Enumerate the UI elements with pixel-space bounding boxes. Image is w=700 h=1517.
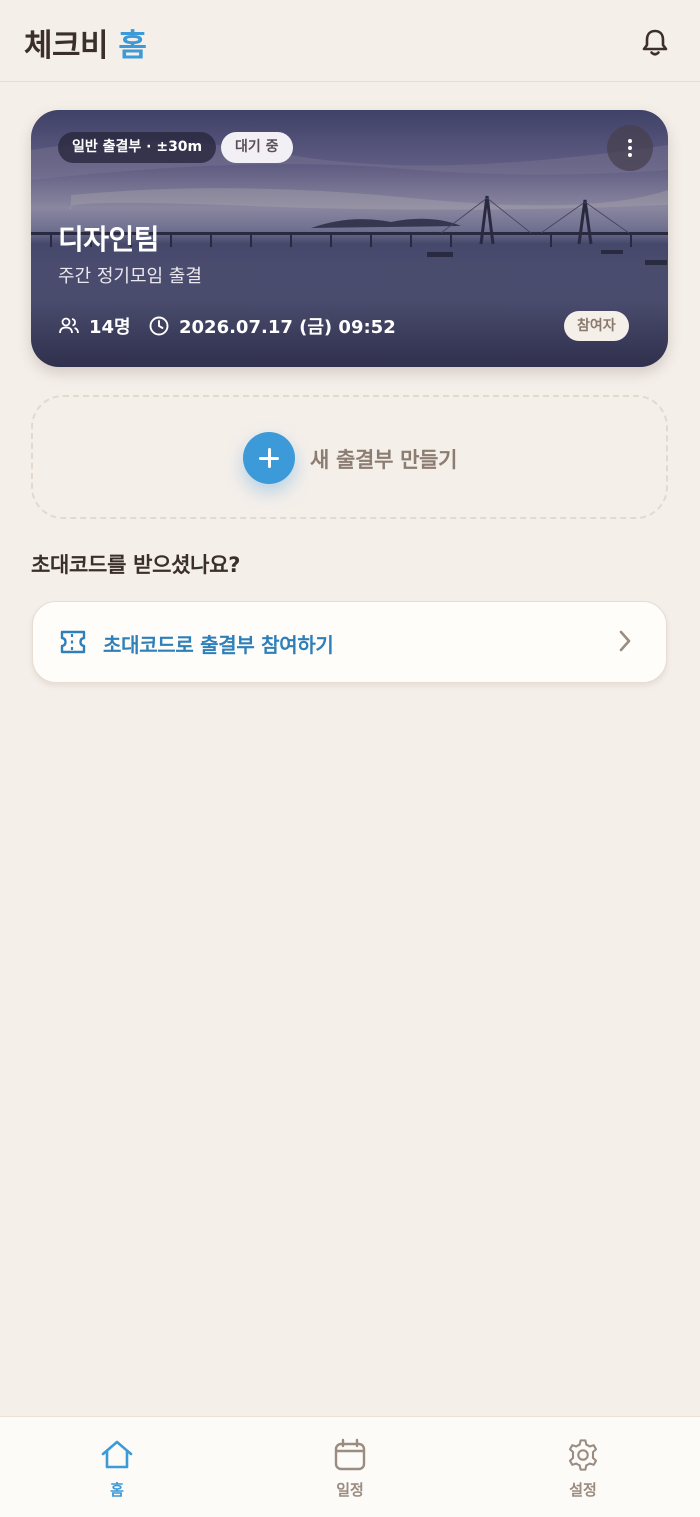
card-subtitle: 주간 정기모임 출결	[58, 266, 202, 287]
nav-item-schedule[interactable]: 일정	[290, 1417, 410, 1517]
clock-icon	[149, 316, 169, 336]
attendance-book-card[interactable]: 일반 출결부 · ±30m 대기 중 디자인팀 주간 정기모임 출결 14명 2…	[31, 110, 668, 367]
nav-label-home: 홈	[110, 1481, 124, 1499]
app-header: 체크비 홈	[0, 0, 700, 82]
app-name: 체크비	[24, 28, 109, 64]
join-by-invite-code-label: 초대코드로 출결부 참여하기	[103, 633, 334, 657]
nav-label-schedule: 일정	[336, 1481, 364, 1499]
chevron-right-icon	[619, 630, 631, 652]
users-icon	[59, 317, 79, 334]
session-time-text: 2026.07.17 (금) 09:52	[179, 317, 396, 338]
ticket-icon	[60, 630, 86, 654]
gear-icon	[568, 1439, 598, 1471]
role-badge: 참여자	[564, 311, 629, 341]
bottom-navigation: 홈 일정 설정	[0, 1416, 700, 1517]
join-by-invite-code-button[interactable]: 초대코드로 출결부 참여하기	[32, 601, 667, 683]
page-title: 체크비 홈	[24, 20, 147, 65]
bell-icon[interactable]	[637, 24, 673, 60]
current-page-label: 홈	[118, 28, 147, 64]
more-options-icon[interactable]	[607, 125, 653, 171]
calendar-icon	[334, 1438, 366, 1471]
nav-label-settings: 설정	[569, 1481, 597, 1499]
member-count: 14명	[58, 313, 131, 339]
nav-item-home[interactable]: 홈	[57, 1417, 177, 1517]
create-attendance-book-button[interactable]: 새 출결부 만들기	[31, 395, 668, 519]
status-badge: 대기 중	[221, 132, 293, 163]
plus-icon[interactable]	[243, 432, 295, 484]
invite-section-title: 초대코드를 받으셨나요?	[31, 553, 241, 577]
card-title: 디자인팀	[58, 223, 160, 256]
session-time: 2026.07.17 (금) 09:52	[148, 313, 396, 339]
member-count-text: 14명	[89, 317, 131, 338]
home-icon	[101, 1440, 133, 1469]
nav-item-settings[interactable]: 설정	[523, 1417, 643, 1517]
type-badge: 일반 출결부 · ±30m	[58, 132, 217, 163]
create-attendance-book-label: 새 출결부 만들기	[310, 448, 458, 472]
